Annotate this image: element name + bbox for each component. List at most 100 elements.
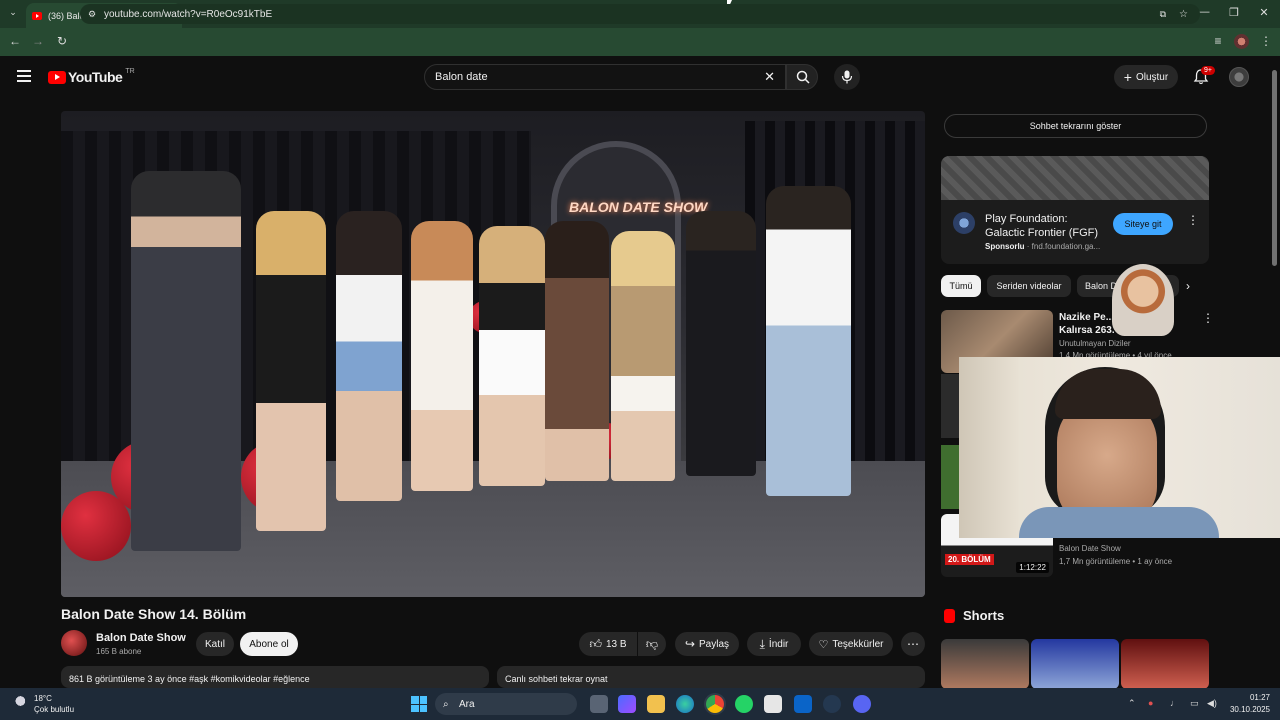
subscribe-button[interactable]: Abone ol <box>240 632 298 656</box>
ad-banner-image <box>941 156 1209 200</box>
share-button[interactable]: ↪ Paylaş <box>675 632 739 656</box>
thumbs-down-icon: 👎︎ <box>645 636 659 651</box>
description-line: 861 B görüntüleme 3 ay önce #aşk #komikv… <box>69 674 310 684</box>
taskbar-search[interactable]: ⌕ Ara <box>435 693 577 715</box>
sponsored-label: Sponsorlu <box>985 242 1025 251</box>
search-input[interactable]: Balon date ✕ <box>424 64 786 90</box>
shorts-label: Shorts <box>963 608 1005 623</box>
restore-button[interactable]: ❐ <box>1224 6 1244 19</box>
subscriber-count: 165 B abone <box>96 647 142 656</box>
person-guest <box>336 211 402 501</box>
dislike-button[interactable]: 👎︎ <box>638 632 666 656</box>
windows-taskbar <box>0 688 1280 720</box>
thanks-heart-icon: ♡ <box>818 638 829 651</box>
youtube-play-icon <box>48 70 66 84</box>
tray-mic-icon[interactable]: ♩ <box>1170 698 1179 708</box>
chat-replay-label: Canlı sohbeti tekrar oynat <box>505 674 608 684</box>
person-guest <box>686 211 756 476</box>
profile-avatar[interactable] <box>1234 34 1249 49</box>
install-icon[interactable]: ⧉ <box>1160 9 1166 20</box>
menu-hamburger-icon[interactable] <box>17 70 31 82</box>
youtube-logo[interactable]: YouTube TR <box>48 68 135 85</box>
back-icon[interactable]: ← <box>7 34 23 48</box>
outlook-icon[interactable] <box>794 695 812 713</box>
short-thumbnail[interactable] <box>1031 639 1119 689</box>
thanks-button[interactable]: ♡ Teşekkürler <box>809 632 893 656</box>
thanks-label: Teşekkürler <box>832 638 884 650</box>
ad-meta: Sponsorlu · fnd.foundation.ga... <box>985 242 1101 251</box>
tab-search-chevron-icon[interactable]: ⌄ <box>6 7 20 21</box>
neon-sign-text: BALON DATE SHOW <box>569 199 708 215</box>
more-actions-button[interactable]: ⋯ <box>901 632 925 656</box>
task-view-icon[interactable] <box>590 695 608 713</box>
browser-menu-icon[interactable]: ⋮ <box>1258 34 1274 48</box>
file-explorer-icon[interactable] <box>647 695 665 713</box>
create-button[interactable]: + Oluştur <box>1114 65 1178 89</box>
store-icon[interactable] <box>618 695 636 713</box>
short-thumbnail[interactable] <box>1121 639 1209 689</box>
logo-text: YouTube <box>68 69 123 85</box>
short-thumbnail[interactable] <box>941 639 1029 689</box>
clock-date[interactable]: 30.10.2025 <box>1226 705 1270 714</box>
clock-time[interactable]: 01:27 <box>1236 693 1270 702</box>
scrollbar-thumb[interactable] <box>1272 70 1277 266</box>
taskbar-search-label: Ara <box>459 698 475 710</box>
youtube-favicon-icon <box>32 11 42 20</box>
edge-icon[interactable] <box>676 695 694 713</box>
like-button[interactable]: 👍︎ 13 B <box>579 632 637 656</box>
download-button[interactable]: ⤓ İndir <box>747 632 801 656</box>
person-guest <box>411 221 473 491</box>
address-bar[interactable]: ⚙ youtube.com/watch?v=R0eOc91kTbE ⧉ ☆ <box>80 4 1200 24</box>
chip-all[interactable]: Tümü <box>941 275 981 297</box>
search-button[interactable] <box>786 64 818 90</box>
bookmark-star-icon[interactable]: ☆ <box>1179 9 1188 20</box>
media-control-icon[interactable]: ≡ <box>1210 34 1226 48</box>
discord-icon[interactable] <box>853 695 871 713</box>
tray-network-icon[interactable]: ▭ <box>1190 698 1199 709</box>
ad-menu-icon[interactable]: ⋮ <box>1187 214 1199 226</box>
url-text: youtube.com/watch?v=R0eOc91kTbE <box>104 8 273 20</box>
site-info-icon[interactable]: ⚙ <box>88 9 96 20</box>
chip-series[interactable]: Seriden videolar <box>987 275 1071 297</box>
visit-site-button[interactable]: Siteye git <box>1113 213 1173 235</box>
overlay-avatar-sticker <box>1112 264 1174 336</box>
person-guest <box>256 211 326 531</box>
tray-app-icon[interactable]: ● <box>1148 698 1153 708</box>
windows-start-icon[interactable] <box>411 696 427 712</box>
clear-search-icon[interactable]: ✕ <box>764 69 775 85</box>
whatsapp-icon[interactable] <box>735 695 753 713</box>
rec-menu-icon[interactable]: ⋮ <box>1202 312 1214 324</box>
chips-next-chevron-icon[interactable]: › <box>1186 279 1190 293</box>
microphone-icon <box>841 70 853 84</box>
ad-title[interactable]: Play Foundation: Galactic Frontier (FGF) <box>985 212 1105 240</box>
reload-icon[interactable]: ↻ <box>54 34 70 48</box>
create-label: Oluştur <box>1135 71 1169 83</box>
store-bag-icon[interactable] <box>764 695 782 713</box>
video-title: Balon Date Show 14. Bölüm <box>61 606 247 622</box>
chat-replay-box[interactable]: Canlı sohbeti tekrar oynat <box>497 666 925 688</box>
close-window-button[interactable]: ✕ <box>1254 6 1274 19</box>
person-guest <box>479 226 545 486</box>
tray-chevron-icon[interactable]: ⌃ <box>1128 698 1136 709</box>
rec-thumbnail[interactable] <box>941 445 959 509</box>
video-player[interactable]: BALON DATE SHOW <box>61 111 925 597</box>
more-dots-icon: ⋯ <box>907 637 919 651</box>
voice-search-button[interactable] <box>834 64 860 90</box>
forward-icon[interactable]: → <box>30 34 46 48</box>
show-chat-replay-button[interactable]: Sohbet tekrarını göster <box>944 114 1207 138</box>
join-button[interactable]: Katıl <box>196 632 234 656</box>
channel-avatar[interactable] <box>61 630 87 656</box>
like-count: 13 B <box>605 638 627 650</box>
steam-icon[interactable] <box>823 695 841 713</box>
description-box[interactable]: 861 B görüntüleme 3 ay önce #aşk #komikv… <box>61 666 489 688</box>
shorts-icon <box>944 608 955 623</box>
weather-temperature: 18°C <box>34 694 52 703</box>
account-avatar[interactable] <box>1229 67 1249 87</box>
rec-thumbnail[interactable] <box>941 374 959 438</box>
chrome-icon[interactable] <box>706 695 724 713</box>
tray-volume-icon[interactable]: ◀) <box>1207 698 1217 709</box>
weather-cloud-icon[interactable] <box>14 694 30 708</box>
ad-card[interactable]: Play Foundation: Galactic Frontier (FGF)… <box>941 156 1209 264</box>
channel-name[interactable]: Balon Date Show <box>96 632 186 644</box>
person-host <box>131 171 241 551</box>
